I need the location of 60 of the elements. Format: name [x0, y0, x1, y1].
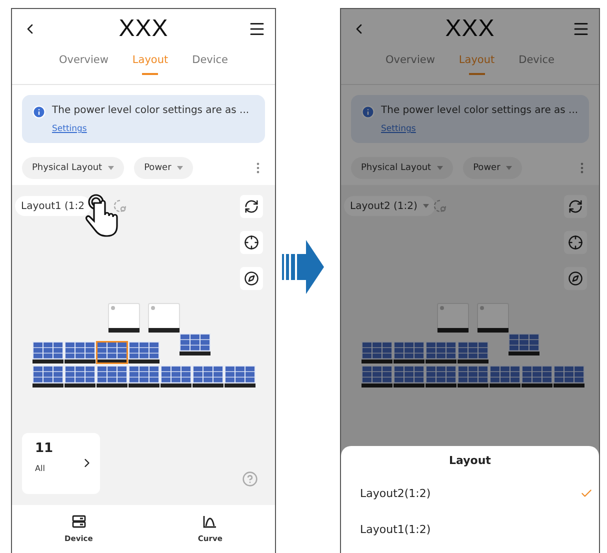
solar-panel-drawing[interactable] [224, 365, 256, 388]
solar-panel-drawing[interactable] [128, 365, 160, 388]
solar-panel-drawing[interactable] [160, 365, 192, 388]
crosshair-icon [244, 235, 259, 250]
layout-select[interactable]: Layout2 (1:2) [344, 196, 436, 216]
notice-text: The power level color settings are as ... [52, 105, 250, 116]
notice-text: The power level color settings are as ... [381, 105, 578, 116]
layout-option[interactable]: Layout1(1:2) [341, 511, 599, 547]
summary-card[interactable]: 11 All [22, 433, 100, 494]
caret-icon [177, 166, 184, 170]
caret-icon [423, 204, 430, 208]
tab[interactable]: Device [192, 51, 228, 77]
compass-icon [568, 271, 583, 286]
info-icon [361, 105, 375, 119]
settings-link[interactable]: Settings [381, 124, 416, 134]
solar-panel-drawing[interactable] [64, 365, 96, 388]
compass-icon [244, 271, 259, 286]
refresh-button[interactable] [240, 195, 263, 218]
tab[interactable]: Overview [58, 51, 108, 77]
solar-panel-drawing[interactable] [96, 365, 128, 388]
count-label: All [35, 464, 46, 473]
page-title: XXX [445, 15, 495, 43]
filter-dropdown[interactable]: Power [463, 157, 522, 179]
caret-icon [437, 166, 444, 170]
arrow-icon [282, 240, 324, 294]
device-list-icon [72, 515, 86, 528]
settings-link[interactable]: Settings [52, 124, 87, 134]
refresh-icon [244, 199, 259, 214]
tab[interactable]: Overview [385, 51, 435, 77]
compass-button[interactable] [240, 267, 263, 290]
locate-button[interactable] [564, 231, 587, 254]
solar-panel-drawing[interactable] [32, 365, 64, 388]
filter-dropdown[interactable]: Physical Layout [22, 157, 124, 179]
caret-icon [506, 166, 512, 170]
layout-option[interactable]: Layout2(1:2) [341, 475, 599, 511]
info-icon [32, 105, 46, 119]
inverter-drawing[interactable] [477, 303, 509, 333]
solar-panel-drawing[interactable] [192, 365, 224, 388]
solar-panel-drawing[interactable] [128, 341, 160, 364]
solar-panel-drawing[interactable] [179, 333, 211, 356]
layout-select[interactable]: Layout1 (1:2 [15, 196, 91, 216]
crosshair-icon [568, 235, 583, 250]
refresh-button[interactable] [564, 195, 587, 218]
compass-button[interactable] [564, 267, 587, 290]
filter-dropdown[interactable]: Power [134, 157, 194, 179]
solar-panel-drawing[interactable] [32, 341, 64, 364]
filter-dropdown[interactable]: Physical Layout [351, 157, 454, 179]
sheet-title: Layout [448, 454, 492, 467]
page-title: XXX [118, 15, 168, 43]
locate-button[interactable] [240, 231, 263, 254]
device-count: 11 [35, 441, 54, 456]
solar-panel-drawing[interactable] [64, 341, 96, 364]
inverter-drawing[interactable] [437, 303, 469, 333]
inverter-drawing[interactable] [108, 303, 140, 333]
caret-icon [108, 166, 114, 170]
tab[interactable]: Device [518, 51, 555, 77]
refresh-icon [568, 199, 583, 214]
inverter-drawing[interactable] [148, 303, 180, 333]
curve-icon [203, 515, 218, 528]
solar-panel-drawing[interactable] [96, 341, 128, 364]
